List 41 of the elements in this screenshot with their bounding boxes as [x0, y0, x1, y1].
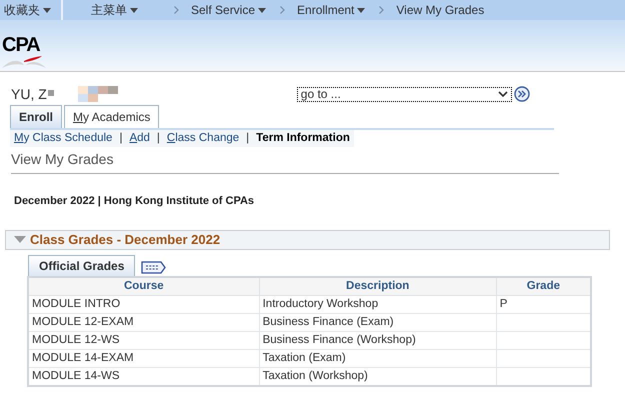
chevron-icon: [379, 6, 384, 14]
current-page-label: Term Information: [256, 130, 350, 146]
table-cell: Business Finance (Workshop): [259, 331, 496, 349]
tab[interactable]: Enroll: [10, 105, 62, 128]
grid-tab[interactable]: Official Grades: [28, 254, 136, 276]
table-cell: MODULE 12-EXAM: [28, 313, 260, 331]
redaction-mosaic: [48, 86, 118, 102]
link-separator: |: [156, 130, 160, 146]
table-cell: Business Finance (Exam): [259, 313, 496, 331]
tab[interactable]: My Academics: [64, 105, 160, 128]
show-all-columns-icon[interactable]: [141, 260, 166, 274]
nav-link-text[interactable]: Class Change: [166, 130, 240, 148]
table-cell: MODULE INTRO: [28, 295, 260, 313]
student-name: YU, Z: [11, 84, 47, 104]
table-cell: Introductory Workshop: [259, 295, 496, 313]
chevron-icon: [174, 6, 179, 14]
main-menu[interactable]: 主菜单: [91, 1, 138, 19]
favorites-menu[interactable]: 收藏夹: [4, 1, 51, 19]
logo: CPA: [2, 35, 46, 69]
caret-icon: [43, 8, 51, 14]
chevron-icon: [280, 6, 286, 14]
nav-link-text[interactable]: Add: [129, 130, 150, 148]
table-cell: Taxation (Exam): [259, 349, 496, 367]
page-title: View My Grades: [11, 149, 559, 174]
link-separator: |: [246, 130, 250, 146]
term-info: December 2022 | Hong Kong Institute of CPAs: [14, 194, 256, 209]
link-separator: |: [119, 130, 122, 146]
breadcrumb-link[interactable]: Enrollment: [297, 1, 366, 19]
table-cell: MODULE 14-EXAM: [28, 349, 260, 367]
breadcrumb-link[interactable]: View My Grades: [396, 1, 484, 19]
caret-icon: [130, 8, 138, 14]
column-header: Description: [259, 276, 496, 295]
breadcrumb-link[interactable]: Self Service: [191, 1, 266, 19]
nav-link-text[interactable]: My Class Schedule: [14, 130, 112, 148]
section-title: Class Grades - December 2022: [30, 230, 220, 249]
column-header: Course: [28, 276, 260, 295]
collapse-icon[interactable]: [14, 236, 26, 243]
table-cell: MODULE 12-WS: [28, 331, 260, 349]
goto-select[interactable]: go to ...: [296, 86, 512, 102]
go-icon[interactable]: [514, 86, 530, 102]
column-header: Grade: [496, 276, 591, 295]
